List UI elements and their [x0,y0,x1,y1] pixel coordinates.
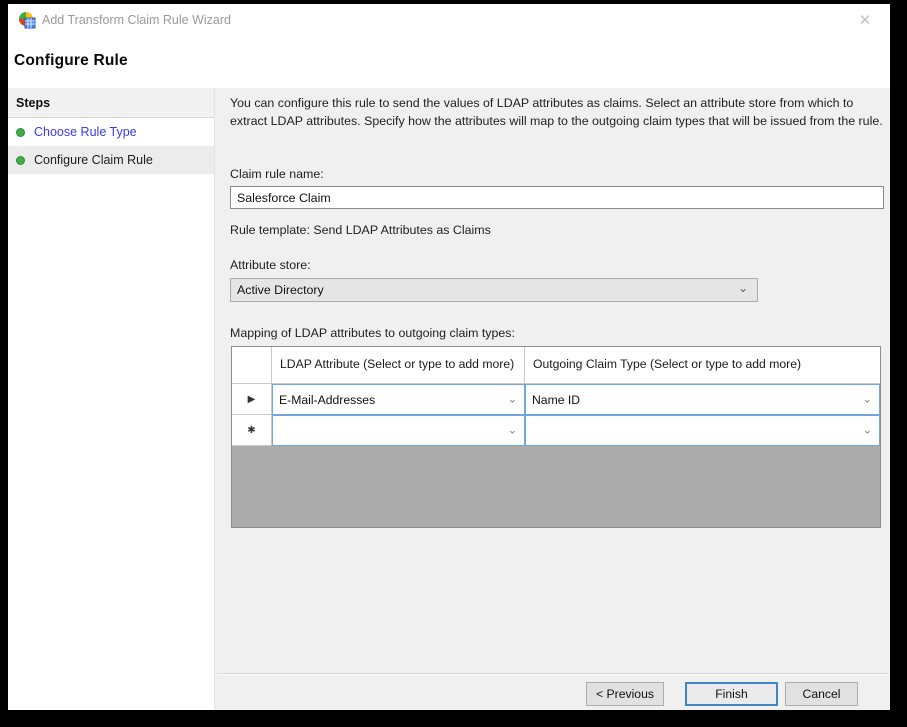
new-row-indicator-icon: ✱ [232,415,272,446]
claim-rule-name-input[interactable] [230,186,884,209]
table-row: ✱ ⌄ ⌄ [232,415,880,446]
previous-button[interactable]: < Previous [586,682,664,706]
attribute-store-select[interactable]: Active Directory ⌄ [230,278,758,302]
current-row-indicator-icon: ▶ [232,384,272,415]
step-complete-icon [16,156,25,165]
sidebar-item-configure-claim-rule[interactable]: Configure Claim Rule [8,146,214,174]
content-panel: You can configure this rule to send the … [215,88,890,710]
window-title: Add Transform Claim Rule Wizard [42,13,231,27]
chevron-down-icon: ⌄ [508,392,517,405]
step-label: Choose Rule Type [34,125,137,139]
outgoing-claim-type-select-row2[interactable]: ⌄ [525,415,880,446]
steps-header: Steps [8,88,214,118]
ldap-attribute-column-header: LDAP Attribute (Select or type to add mo… [272,347,525,384]
chevron-down-icon: ⌄ [863,392,872,405]
adfs-app-icon [18,11,36,29]
mapping-label: Mapping of LDAP attributes to outgoing c… [230,326,515,340]
chevron-down-icon: ⌄ [863,423,872,436]
grid-corner-cell [232,347,272,384]
attribute-store-label: Attribute store: [230,258,311,272]
chevron-down-icon: ⌄ [508,423,517,436]
outgoing-claim-type-value: Name ID [532,393,580,407]
outgoing-claim-type-column-header: Outgoing Claim Type (Select or type to a… [525,347,880,384]
chevron-down-icon: ⌄ [738,281,748,295]
wizard-dialog: Add Transform Claim Rule Wizard ✕ Config… [8,4,890,710]
table-row: ▶ E-Mail-Addresses ⌄ Name ID ⌄ [232,384,880,415]
rule-template-text: Rule template: Send LDAP Attributes as C… [230,223,491,237]
title-bar: Add Transform Claim Rule Wizard ✕ [8,4,890,38]
close-icon[interactable]: ✕ [854,10,876,32]
step-complete-icon [16,128,25,137]
steps-sidebar: Steps Choose Rule Type Configure Claim R… [8,88,215,710]
attribute-store-value: Active Directory [237,283,324,297]
claim-rule-name-label: Claim rule name: [230,167,324,181]
ldap-attribute-value: E-Mail-Addresses [279,393,375,407]
grid-header-row: LDAP Attribute (Select or type to add mo… [232,347,880,384]
outgoing-claim-type-select-row1[interactable]: Name ID ⌄ [525,384,880,415]
footer-divider [217,673,888,675]
rule-description: You can configure this rule to send the … [230,95,890,130]
mapping-grid: LDAP Attribute (Select or type to add mo… [231,346,881,528]
cancel-button[interactable]: Cancel [785,682,858,706]
sidebar-item-choose-rule-type[interactable]: Choose Rule Type [8,118,214,146]
ldap-attribute-select-row2[interactable]: ⌄ [272,415,525,446]
step-label: Configure Claim Rule [34,153,153,167]
page-title: Configure Rule [14,52,128,70]
ldap-attribute-select-row1[interactable]: E-Mail-Addresses ⌄ [272,384,525,415]
finish-button[interactable]: Finish [685,682,778,706]
